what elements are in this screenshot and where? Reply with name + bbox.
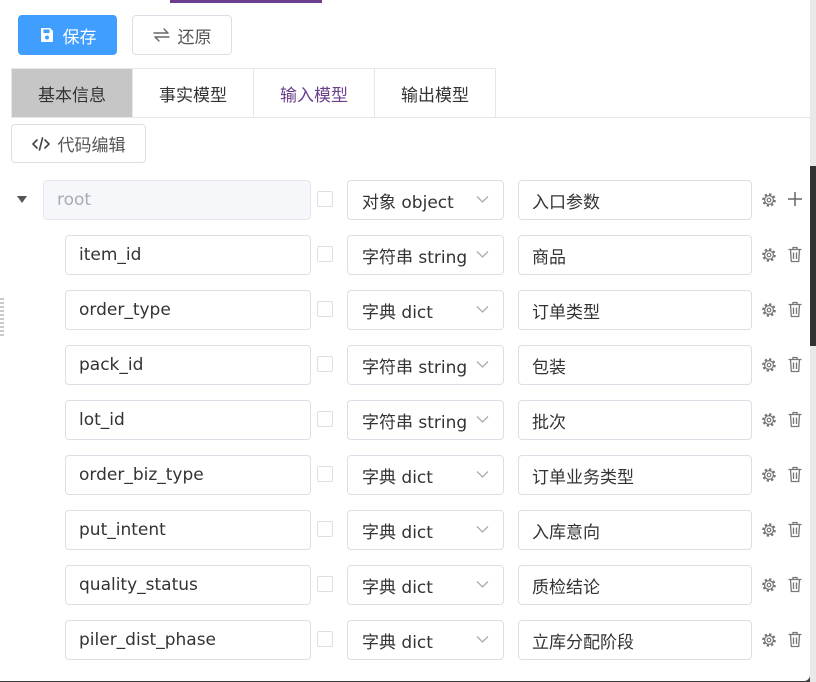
- required-checkbox[interactable]: [317, 466, 333, 482]
- tab-basic-info[interactable]: 基本信息: [11, 68, 133, 118]
- type-select[interactable]: 字典 dict: [347, 620, 504, 660]
- trash-icon[interactable]: [787, 631, 803, 648]
- field-row: order_biz_type 字典 dict 订单业务类型: [0, 455, 810, 495]
- field-name-input[interactable]: put_intent: [65, 510, 311, 550]
- tab-input-model[interactable]: 输入模型: [254, 68, 375, 118]
- window-edge: [810, 0, 816, 682]
- restore-button-label: 还原: [177, 27, 212, 48]
- tab-fact-model[interactable]: 事实模型: [133, 68, 254, 118]
- chevron-down-icon: [476, 526, 489, 533]
- gear-icon[interactable]: [761, 467, 777, 483]
- required-checkbox[interactable]: [317, 521, 333, 537]
- chevron-down-icon: [476, 251, 489, 258]
- chevron-down-icon: [476, 581, 489, 588]
- field-name-input[interactable]: order_biz_type: [65, 455, 311, 495]
- gear-icon[interactable]: [761, 412, 777, 428]
- type-select[interactable]: 字典 dict: [347, 565, 504, 605]
- tab-output-model[interactable]: 输出模型: [375, 68, 496, 118]
- gear-icon[interactable]: [761, 522, 777, 538]
- chevron-down-icon: [476, 306, 489, 313]
- save-button[interactable]: 保存: [18, 15, 117, 55]
- field-name-input[interactable]: piler_dist_phase: [65, 620, 311, 660]
- description-input[interactable]: 包装: [518, 345, 752, 385]
- gear-icon[interactable]: [761, 247, 777, 263]
- type-select[interactable]: 字典 dict: [347, 290, 504, 330]
- trash-icon[interactable]: [787, 246, 803, 263]
- field-name-input[interactable]: lot_id: [65, 400, 311, 440]
- field-row: order_type 字典 dict 订单类型: [0, 290, 810, 330]
- required-checkbox[interactable]: [317, 411, 333, 427]
- trash-icon[interactable]: [787, 411, 803, 428]
- trash-icon[interactable]: [787, 301, 803, 318]
- gear-icon[interactable]: [761, 192, 777, 208]
- field-name-input[interactable]: quality_status: [65, 565, 311, 605]
- tabs-divider: [11, 117, 810, 118]
- field-row: item_id 字符串 string 商品: [0, 235, 810, 275]
- gear-icon[interactable]: [761, 577, 777, 593]
- swap-icon: [152, 28, 170, 42]
- description-input[interactable]: 订单类型: [518, 290, 752, 330]
- field-row: quality_status 字典 dict 质检结论: [0, 565, 810, 605]
- trash-icon[interactable]: [787, 576, 803, 593]
- code-edit-label: 代码编辑: [57, 136, 126, 156]
- plus-icon[interactable]: [787, 191, 803, 207]
- model-editor-panel: 保存 还原 基本信息 事实模型 输入模型 输出模型 代码编辑 root 对象 o…: [0, 0, 810, 681]
- field-row: put_intent 字典 dict 入库意向: [0, 510, 810, 550]
- chevron-down-icon: [476, 196, 489, 203]
- description-input[interactable]: 立库分配阶段: [518, 620, 752, 660]
- field-name-input[interactable]: order_type: [65, 290, 311, 330]
- field-row: pack_id 字符串 string 包装: [0, 345, 810, 385]
- trash-icon[interactable]: [787, 466, 803, 483]
- required-checkbox[interactable]: [317, 301, 333, 317]
- field-row: lot_id 字符串 string 批次: [0, 400, 810, 440]
- description-input[interactable]: 入口参数: [518, 180, 752, 220]
- required-checkbox[interactable]: [317, 191, 333, 207]
- field-row: piler_dist_phase 字典 dict 立库分配阶段: [0, 620, 810, 660]
- required-checkbox[interactable]: [317, 356, 333, 372]
- type-select[interactable]: 字符串 string: [347, 235, 504, 275]
- chevron-down-icon: [476, 361, 489, 368]
- type-select[interactable]: 字符串 string: [347, 400, 504, 440]
- model-tabs: 基本信息 事实模型 输入模型 输出模型: [11, 68, 496, 118]
- description-input[interactable]: 质检结论: [518, 565, 752, 605]
- root-name-input[interactable]: root: [43, 180, 311, 220]
- gear-icon[interactable]: [761, 632, 777, 648]
- type-select[interactable]: 对象 object: [347, 180, 504, 220]
- field-name-input[interactable]: item_id: [65, 235, 311, 275]
- chevron-down-icon: [476, 636, 489, 643]
- chevron-down-icon: [476, 471, 489, 478]
- type-select[interactable]: 字符串 string: [347, 345, 504, 385]
- description-input[interactable]: 订单业务类型: [518, 455, 752, 495]
- trash-icon[interactable]: [787, 521, 803, 538]
- restore-button[interactable]: 还原: [132, 15, 232, 55]
- trash-icon[interactable]: [787, 356, 803, 373]
- caret-down-icon[interactable]: [16, 193, 28, 205]
- type-select[interactable]: 字典 dict: [347, 510, 504, 550]
- type-select[interactable]: 字典 dict: [347, 455, 504, 495]
- required-checkbox[interactable]: [317, 631, 333, 647]
- field-name-input[interactable]: pack_id: [65, 345, 311, 385]
- chevron-down-icon: [476, 416, 489, 423]
- description-input[interactable]: 入库意向: [518, 510, 752, 550]
- required-checkbox[interactable]: [317, 576, 333, 592]
- schema-root-row: root 对象 object 入口参数: [0, 180, 810, 220]
- required-checkbox[interactable]: [317, 246, 333, 262]
- gear-icon[interactable]: [761, 357, 777, 373]
- code-edit-button[interactable]: 代码编辑: [11, 124, 146, 163]
- gear-icon[interactable]: [761, 302, 777, 318]
- description-input[interactable]: 商品: [518, 235, 752, 275]
- top-accent-bar: [170, 0, 322, 3]
- description-input[interactable]: 批次: [518, 400, 752, 440]
- save-button-label: 保存: [62, 27, 97, 48]
- code-icon: [31, 136, 50, 151]
- save-icon: [40, 28, 53, 42]
